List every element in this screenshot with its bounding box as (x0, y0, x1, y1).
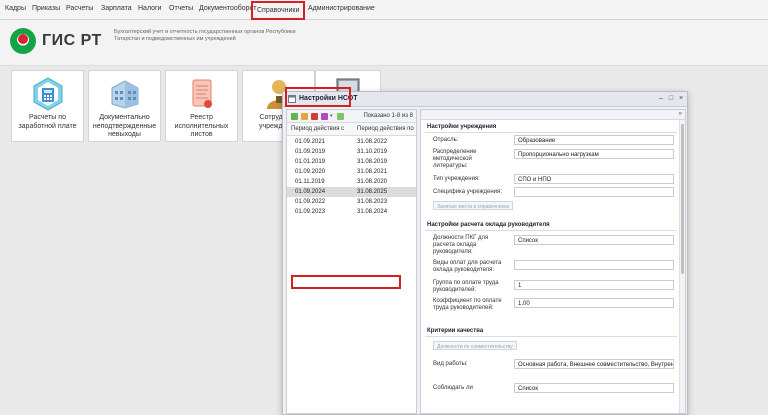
divider (425, 336, 677, 337)
grid-toolbar: ▾ Показано 1-8 из 8 (287, 110, 416, 123)
edit-icon[interactable] (301, 113, 308, 120)
settings-toolbar: » (421, 110, 685, 120)
periods-grid: ▾ Показано 1-8 из 8 Период действия с Пе… (286, 109, 417, 414)
table-row[interactable]: 01.11.2019 31.08.2020 (287, 177, 416, 187)
section-institution: Настройки учреждения (427, 124, 497, 130)
grid-header: Период действия с Период действия по (287, 123, 416, 136)
gruppa-field[interactable]: 1 (514, 280, 674, 290)
menu-nalogi[interactable]: Налоги (138, 5, 161, 12)
tile-writs-registry[interactable]: Реестр исполнительных листов (165, 70, 238, 142)
menu-administrirovanie[interactable]: Администрирование (308, 5, 375, 12)
tatarstan-logo-icon (10, 28, 36, 54)
title-highlight (285, 87, 351, 107)
occupied-places-button[interactable]: Занятые места в справочниках (433, 201, 514, 210)
settings-panel: » Настройки учреждения Отрасль: Образова… (420, 109, 686, 414)
menu-prikazy[interactable]: Приказы (32, 5, 60, 12)
tile-absences[interactable]: Документально неподтвержденные невыходы (88, 70, 161, 142)
column-from[interactable]: Период действия с (291, 126, 344, 132)
refresh-icon[interactable] (337, 113, 344, 120)
table-row[interactable]: 01.09.2021 31.08.2022 (287, 137, 416, 147)
tile-payroll-label: Расчеты по заработной плате (18, 114, 77, 130)
part-time-positions-button[interactable]: Должности по совместительству (433, 341, 517, 350)
actions-icon[interactable] (321, 113, 328, 120)
vidy-field[interactable] (514, 260, 674, 270)
dolzh-label: Должности ПКГ для расчета оклада руковод… (433, 235, 489, 255)
section-head-salary: Настройки расчета оклада руководителя (427, 222, 550, 228)
org-description: Бухгалтерский учет и отчетность государс… (114, 29, 296, 42)
tile-absences-label: Документально неподтвержденные невыходы (92, 114, 157, 138)
records-shown: Показано 1-8 из 8 (363, 113, 413, 119)
spec-field[interactable] (514, 187, 674, 197)
raspr-field[interactable]: Пропорционально нагрузкам (514, 149, 674, 159)
menu-raschety[interactable]: Расчеты (66, 5, 93, 12)
divider (425, 230, 677, 231)
vid-field[interactable]: Основная работа, Внешнее совместительств… (514, 359, 674, 369)
table-row[interactable]: 01.09.2020 31.08.2021 (287, 167, 416, 177)
more-label: Соблюдать ли (433, 385, 473, 391)
divider (425, 132, 677, 133)
otrasl-field[interactable]: Образование (514, 135, 674, 145)
otrasl-label: Отрасль: (433, 137, 459, 143)
menu-kadry[interactable]: Кадры (5, 5, 26, 12)
gruppa-label: Группа по оплате труда руководителей: (433, 280, 499, 293)
koef-label: Коэффициент по оплате труда руководителе… (433, 298, 502, 311)
menu-dokumentooborot[interactable]: Документооборот (199, 5, 257, 12)
table-row[interactable]: 01.01.2019 31.08.2019 (287, 157, 416, 167)
delete-icon[interactable] (311, 113, 318, 120)
app-brand: ГИС РТ (42, 32, 102, 49)
table-row[interactable]: 01.09.2022 31.08.2023 (287, 197, 416, 207)
close-icon[interactable]: × (677, 95, 685, 103)
minimize-icon[interactable]: – (657, 95, 665, 103)
building-icon (111, 80, 138, 109)
tip-label: Тип учреждения: (433, 176, 480, 182)
settings-scrollbar[interactable] (679, 120, 685, 413)
menu-otchety[interactable]: Отчеты (169, 5, 193, 12)
vid-label: Вид работы: (433, 361, 468, 367)
menu-spravochniki[interactable]: Справочники (251, 1, 306, 20)
tip-field[interactable]: СПО и НПО (514, 174, 674, 184)
section-quality: Критерии качества (427, 328, 484, 334)
app-header (0, 20, 768, 66)
table-row[interactable]: 01.09.2023 31.08.2024 (287, 207, 416, 217)
window-titlebar[interactable]: Настройки НСОТ – □ × (283, 87, 687, 107)
menu-zarplata[interactable]: Зарплата (101, 5, 132, 12)
column-to[interactable]: Период действия по (357, 126, 414, 132)
tile-writs-label: Реестр исполнительных листов (174, 114, 229, 138)
koef-field[interactable]: 1,00 (514, 298, 674, 308)
dolzh-field[interactable]: Список (514, 235, 674, 245)
more-field[interactable]: Список (514, 383, 674, 393)
spec-label: Специфика учреждения: (433, 189, 502, 195)
table-row[interactable]: 01.09.2019 31.10.2019 (287, 147, 416, 157)
scroll-document-icon (192, 79, 212, 108)
raspr-label: Распределение методической литературы: (433, 149, 477, 169)
collapse-icon[interactable]: » (679, 111, 682, 117)
add-icon[interactable] (291, 113, 298, 120)
selected-row-highlight (291, 275, 401, 289)
maximize-icon[interactable]: □ (667, 95, 675, 103)
nsot-settings-window: Настройки НСОТ – □ × ▾ Показано 1-8 из 8… (282, 87, 688, 415)
scrollbar-thumb[interactable] (681, 124, 684, 274)
vidy-label: Виды оплат для расчета оклада руководите… (433, 260, 502, 273)
calculator-badge-icon (33, 77, 62, 111)
tile-payroll[interactable]: Расчеты по заработной плате (11, 70, 84, 142)
chevron-down-icon[interactable]: ▾ (330, 113, 334, 120)
table-row-selected[interactable]: 01.09.2024 31.08.2025 (287, 187, 416, 197)
top-menu: Кадры Приказы Расчеты Зарплата Налоги От… (0, 0, 768, 20)
